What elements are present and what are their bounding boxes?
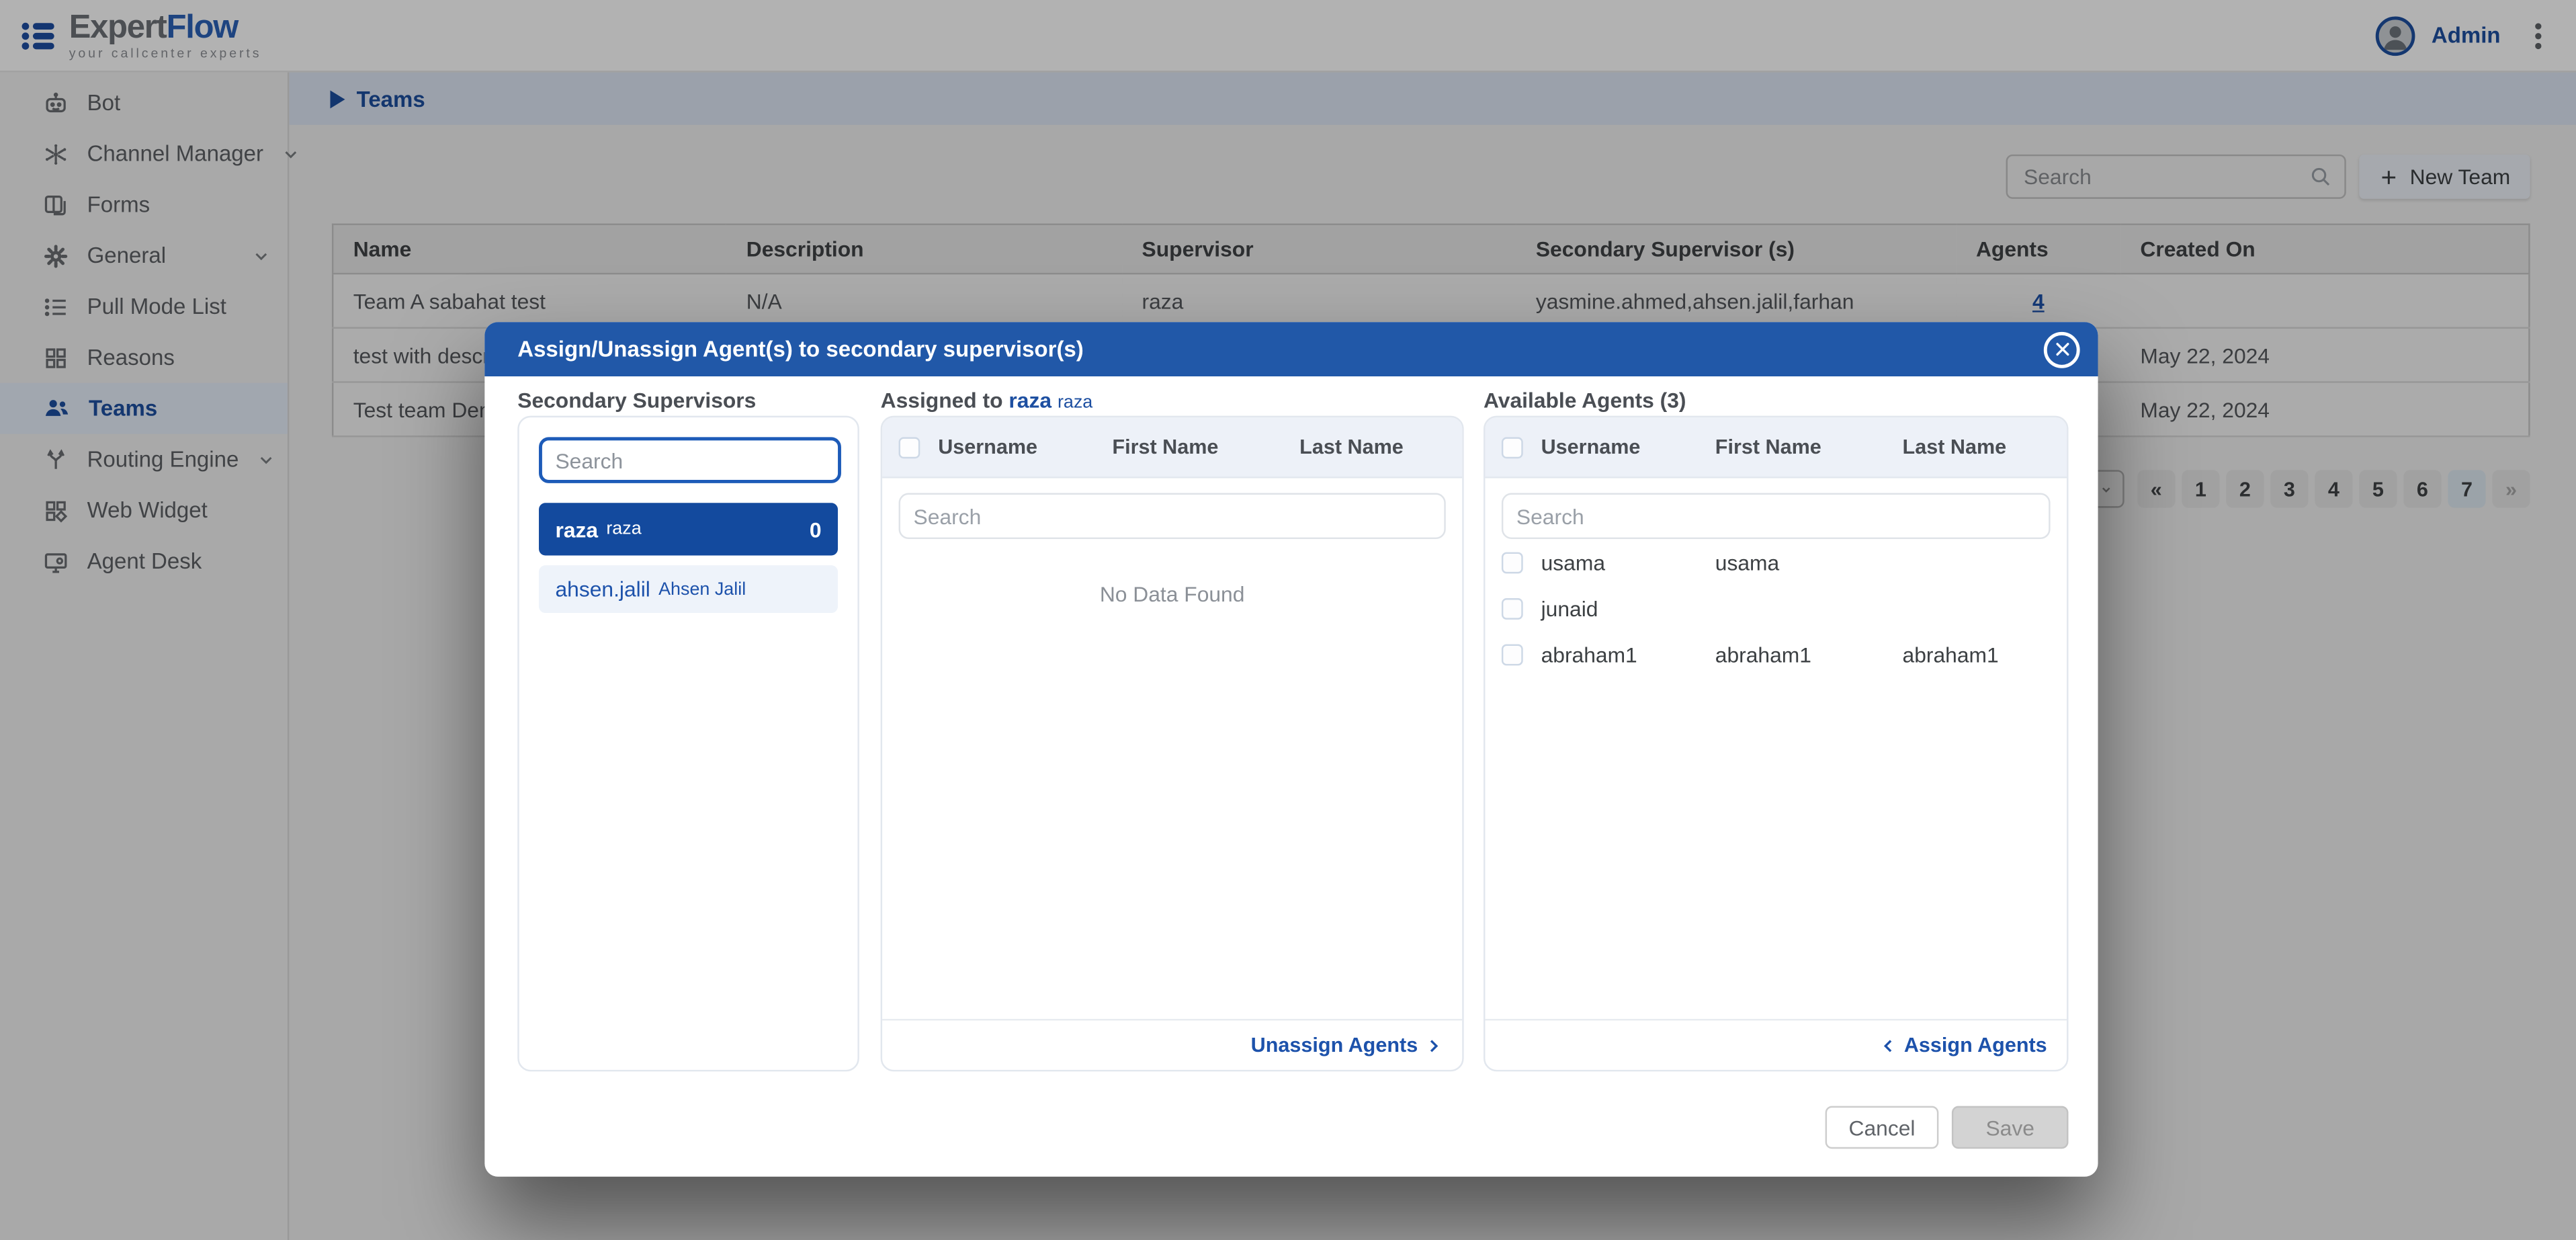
app-root: ExpertFlow your callcenter experts Admin bbox=[0, 0, 2576, 1240]
assign-agents-modal: Assign/Unassign Agent(s) to secondary su… bbox=[484, 322, 2098, 1177]
supervisors-panel-title: Secondary Supervisors bbox=[517, 388, 756, 413]
supervisors-search-input[interactable] bbox=[539, 437, 841, 483]
available-panel-title: Available Agents (3) bbox=[1484, 388, 1686, 413]
modal-title: Assign/Unassign Agent(s) to secondary su… bbox=[517, 337, 1084, 362]
agent-row-junaid[interactable]: junaid bbox=[1485, 585, 2067, 630]
supervisor-item-ahsen-jalil[interactable]: ahsen.jalil Ahsen Jalil bbox=[539, 565, 838, 613]
supervisors-panel: raza raza 0 ahsen.jalil Ahsen Jalil bbox=[517, 416, 859, 1072]
assigned-search-input[interactable] bbox=[899, 493, 1446, 539]
select-all-checkbox[interactable] bbox=[1502, 436, 1523, 458]
assigned-agents-panel: Username First Name Last Name No Data Fo… bbox=[881, 416, 1464, 1072]
agent-row-abraham1[interactable]: abraham1 abraham1 abraham1 bbox=[1485, 631, 2067, 677]
no-data-text: No Data Found bbox=[882, 582, 1462, 607]
assign-agents-button[interactable]: Assign Agents bbox=[1879, 1034, 2047, 1057]
assigned-supervisor-name: raza bbox=[1058, 392, 1092, 412]
supervisor-item-raza[interactable]: raza raza 0 bbox=[539, 503, 838, 555]
select-all-checkbox[interactable] bbox=[899, 436, 920, 458]
assigned-count-badge: 0 bbox=[810, 517, 822, 542]
available-search-input[interactable] bbox=[1502, 493, 2051, 539]
chevron-left-icon bbox=[1879, 1036, 1897, 1055]
unassign-agents-button[interactable]: Unassign Agents bbox=[1251, 1034, 1443, 1057]
available-panel-footer: Assign Agents bbox=[1485, 1019, 2067, 1070]
assigned-table-header: Username First Name Last Name bbox=[882, 417, 1462, 478]
available-agents-panel: Username First Name Last Name usama usam… bbox=[1484, 416, 2068, 1072]
modal-header: Assign/Unassign Agent(s) to secondary su… bbox=[484, 322, 2098, 376]
assigned-panel-title: Assigned to raza raza bbox=[881, 388, 1093, 413]
save-button[interactable]: Save bbox=[1952, 1106, 2069, 1149]
cancel-button[interactable]: Cancel bbox=[1826, 1106, 1939, 1149]
row-checkbox[interactable] bbox=[1502, 551, 1523, 573]
assigned-supervisor-username: raza bbox=[1008, 388, 1051, 413]
available-table-header: Username First Name Last Name bbox=[1485, 417, 2067, 478]
agent-row-usama[interactable]: usama usama bbox=[1485, 539, 2067, 585]
chevron-right-icon bbox=[1424, 1036, 1443, 1055]
assigned-panel-footer: Unassign Agents bbox=[882, 1019, 1462, 1070]
row-checkbox[interactable] bbox=[1502, 597, 1523, 619]
close-icon[interactable] bbox=[2044, 331, 2080, 368]
row-checkbox[interactable] bbox=[1502, 643, 1523, 665]
modal-footer: Cancel Save bbox=[1826, 1106, 2069, 1149]
